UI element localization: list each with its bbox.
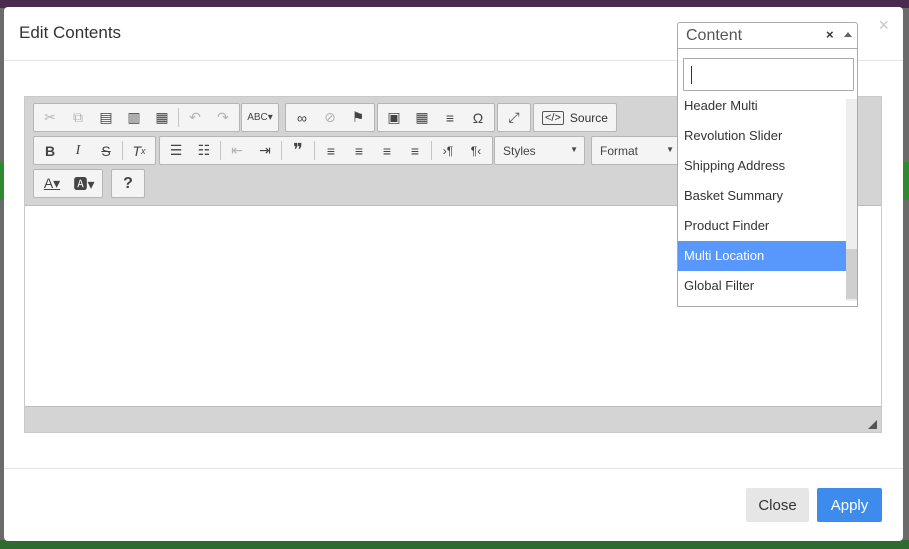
strike-icon[interactable]: S	[92, 138, 120, 163]
format-label: Format	[600, 144, 639, 158]
maximize-icon[interactable]: ⤢	[500, 105, 528, 130]
bg-color-icon[interactable]: 🅰▾	[68, 171, 100, 196]
select-value: Content	[686, 27, 743, 44]
cut-icon[interactable]: ✂	[36, 105, 64, 130]
bold-icon[interactable]: B	[36, 138, 64, 163]
source-label: Source	[569, 110, 608, 125]
dropdown-search-input[interactable]	[683, 58, 854, 91]
dropdown-option[interactable]: Basket Summary	[678, 181, 846, 211]
special-char-icon[interactable]: Ω	[464, 105, 492, 130]
background-green-strip	[903, 162, 909, 200]
spellcheck-icon[interactable]: ABC▾	[244, 105, 276, 130]
styles-combo[interactable]: Styles ▼	[494, 136, 585, 165]
toolbar-separator	[281, 141, 282, 160]
editor-status-bar	[25, 406, 881, 432]
copy-icon[interactable]: ⧉	[64, 105, 92, 130]
image-icon[interactable]: ▣	[380, 105, 408, 130]
toolbar-separator	[122, 141, 123, 160]
anchor-icon[interactable]: ⚑	[344, 105, 372, 130]
format-combo[interactable]: Format ▼	[591, 136, 681, 165]
text-color-icon[interactable]: A▾	[36, 171, 68, 196]
align-center-icon[interactable]: ≡	[345, 138, 373, 163]
chevron-down-icon: ▼	[570, 145, 578, 154]
resize-handle-icon[interactable]	[868, 420, 877, 429]
horizontal-line-icon[interactable]: ≡	[436, 105, 464, 130]
toolbar-separator	[220, 141, 221, 160]
dropdown-option[interactable]: Shipping Address	[678, 151, 846, 181]
chevron-down-icon: ▼	[666, 145, 674, 154]
paste-icon[interactable]: ▤	[92, 105, 120, 130]
source-button[interactable]: </> Source	[536, 105, 614, 130]
link-icon[interactable]: ∞	[288, 105, 316, 130]
close-button[interactable]: Close	[746, 488, 809, 522]
link-group: ∞ ⊘ ⚑	[285, 103, 375, 132]
dropdown-option[interactable]: Global Filter	[678, 271, 846, 301]
chevron-up-icon[interactable]	[844, 32, 852, 37]
toolbar-separator	[431, 141, 432, 160]
toolbar-separator	[178, 108, 179, 127]
redo-icon[interactable]: ↷	[209, 105, 237, 130]
scrollbar-thumb[interactable]	[846, 249, 857, 299]
dropdown-options: Header Multi Revolution Slider Shipping …	[678, 91, 846, 301]
rtl-icon[interactable]: ¶‹	[462, 138, 490, 163]
ltr-icon[interactable]: ›¶	[434, 138, 462, 163]
numbered-list-icon[interactable]: ☰	[162, 138, 190, 163]
source-icon: </>	[542, 110, 564, 125]
maximize-group: ⤢	[497, 103, 531, 132]
modal-footer-divider	[4, 468, 903, 469]
table-icon[interactable]: ▦	[408, 105, 436, 130]
help-group: ?	[111, 169, 145, 198]
clipboard-group: ✂ ⧉ ▤ ▥ ▦ ↶ ↷	[33, 103, 240, 132]
dropdown-option[interactable]: Revolution Slider	[678, 121, 846, 151]
source-group: </> Source	[533, 103, 617, 132]
dropdown-option[interactable]: Header Multi	[678, 91, 846, 121]
spellcheck-group: ABC▾	[241, 103, 279, 132]
dropdown-option-highlighted[interactable]: Multi Location	[678, 241, 846, 271]
help-icon[interactable]: ?	[114, 171, 142, 196]
italic-icon[interactable]: I	[64, 138, 92, 163]
text-cursor	[691, 66, 692, 84]
paste-text-icon[interactable]: ▥	[120, 105, 148, 130]
unlink-icon[interactable]: ⊘	[316, 105, 344, 130]
remove-format-icon[interactable]: Tx	[125, 138, 153, 163]
align-right-icon[interactable]: ≡	[373, 138, 401, 163]
select-dropdown: Header Multi Revolution Slider Shipping …	[677, 49, 858, 307]
modal-close-icon[interactable]: ×	[878, 15, 889, 36]
blockquote-icon[interactable]: ❞	[284, 138, 312, 163]
background-bottom-bar	[0, 540, 909, 549]
paragraph-group: ☰ ☷ ⇤ ⇥ ❞ ≡ ≡ ≡ ≡ ›¶ ¶‹	[159, 136, 493, 165]
clear-selection-icon[interactable]: ×	[826, 27, 834, 42]
modal-title: Edit Contents	[19, 23, 122, 42]
basic-styles-group: B I S Tx	[33, 136, 156, 165]
content-type-select[interactable]: Content ×	[677, 22, 858, 49]
insert-group: ▣ ▦ ≡ Ω	[377, 103, 495, 132]
styles-label: Styles	[503, 144, 536, 158]
justify-icon[interactable]: ≡	[401, 138, 429, 163]
align-left-icon[interactable]: ≡	[317, 138, 345, 163]
dropdown-option[interactable]: Product Finder	[678, 211, 846, 241]
toolbar-separator	[314, 141, 315, 160]
paste-word-icon[interactable]: ▦	[148, 105, 176, 130]
indent-icon[interactable]: ⇥	[251, 138, 279, 163]
apply-button[interactable]: Apply	[817, 488, 882, 522]
colors-group: A▾ 🅰▾	[33, 169, 103, 198]
outdent-icon[interactable]: ⇤	[223, 138, 251, 163]
undo-icon[interactable]: ↶	[181, 105, 209, 130]
bulleted-list-icon[interactable]: ☷	[190, 138, 218, 163]
dropdown-scrollbar[interactable]	[846, 99, 857, 301]
